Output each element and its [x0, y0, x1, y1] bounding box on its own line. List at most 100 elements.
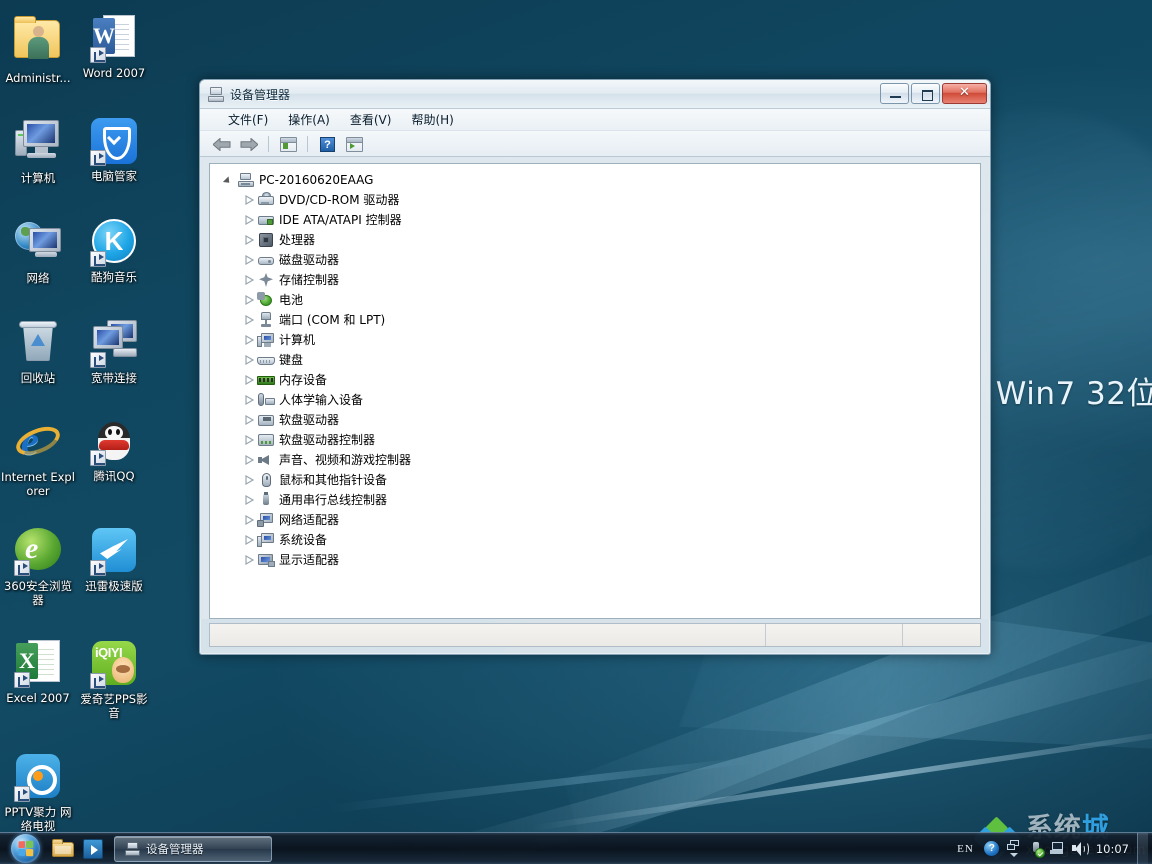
ide-controller-icon [257, 212, 275, 228]
menu-action[interactable]: 操作(A) [278, 109, 340, 130]
expander-closed-icon[interactable] [241, 270, 257, 290]
tree-node-ide-controllers[interactable]: IDE ATA/ATAPI 控制器 [241, 210, 980, 230]
tree-node-processors[interactable]: 处理器 [241, 230, 980, 250]
tree-node-display-adapters[interactable]: 显示适配器 [241, 550, 980, 570]
desktop-icon-recycle-bin[interactable]: 回收站 [0, 309, 76, 387]
tree-node-label: 键盘 [279, 353, 304, 367]
expander-closed-icon[interactable] [241, 350, 257, 370]
desktop-icon-kugou-music[interactable]: K 酷狗音乐 [76, 209, 152, 287]
properties-button[interactable] [276, 133, 300, 155]
expander-closed-icon[interactable] [241, 230, 257, 250]
tree-node-label: 软盘驱动器控制器 [279, 433, 376, 447]
mouse-icon [257, 472, 275, 488]
tree-node-system-devices[interactable]: 系统设备 [241, 530, 980, 550]
quick-launch-media-player[interactable] [78, 835, 108, 863]
window-titlebar[interactable]: 设备管理器 [200, 80, 990, 109]
start-button[interactable] [2, 834, 48, 864]
folder-icon [52, 838, 74, 858]
tree-node-label: 电池 [279, 293, 304, 307]
desktop-icon-row: X Excel 2007 iQIYI 爱奇艺PPS影音 [0, 631, 160, 722]
expander-closed-icon[interactable] [241, 430, 257, 450]
expander-closed-icon[interactable] [241, 410, 257, 430]
expander-closed-icon[interactable] [241, 390, 257, 410]
expander-closed-icon[interactable] [241, 510, 257, 530]
menu-view[interactable]: 查看(V) [340, 109, 402, 130]
safely-remove-hardware-button[interactable] [1025, 833, 1047, 864]
broadband-connection-icon [90, 320, 138, 368]
tree-node-label: 计算机 [279, 333, 316, 347]
maximize-button[interactable] [911, 83, 940, 104]
desktop-icon-thunder[interactable]: 迅雷极速版 [76, 518, 152, 609]
desktop-icon-pptv[interactable]: PPTV聚力 网络电视 [0, 744, 76, 835]
show-desktop-button[interactable] [1137, 832, 1148, 864]
expander-closed-icon[interactable] [241, 370, 257, 390]
desktop-icon-computer[interactable]: 计算机 [0, 109, 76, 187]
tree-node-storage-controllers[interactable]: 存储控制器 [241, 270, 980, 290]
menu-file[interactable]: 文件(F) [218, 109, 278, 130]
tree-node-hid[interactable]: 人体学输入设备 [241, 390, 980, 410]
show-hidden-icons-button[interactable] [1003, 833, 1025, 864]
tree-node-network-adapters[interactable]: 网络适配器 [241, 510, 980, 530]
tree-node-disk-drives[interactable]: 磁盘驱动器 [241, 250, 980, 270]
device-tree: PC-20160620EAAG DVD/CD-ROM 驱动器 IDE ATA/A… [210, 170, 980, 570]
desktop-icon-iqiyi-pps[interactable]: iQIYI 爱奇艺PPS影音 [76, 631, 152, 722]
volume-icon [1071, 841, 1089, 856]
expander-closed-icon[interactable] [241, 290, 257, 310]
language-indicator[interactable]: EN [950, 843, 981, 855]
user-folder-icon [14, 16, 62, 68]
tree-node-dvd-cdrom[interactable]: DVD/CD-ROM 驱动器 [241, 190, 980, 210]
tree-node-sound-video-game[interactable]: 声音、视频和游戏控制器 [241, 450, 980, 470]
tree-node-memory-devices[interactable]: 内存设备 [241, 370, 980, 390]
tree-node-mice[interactable]: 鼠标和其他指针设备 [241, 470, 980, 490]
tree-node-root[interactable]: PC-20160620EAAG [221, 170, 980, 190]
desktop-icon-pc-manager[interactable]: 电脑管家 [76, 109, 152, 187]
expander-closed-icon[interactable] [241, 530, 257, 550]
expander-open-icon[interactable] [221, 170, 237, 190]
tree-node-usb-controllers[interactable]: 通用串行总线控制器 [241, 490, 980, 510]
desktop-icon-word-2007[interactable]: W Word 2007 [76, 6, 152, 87]
tree-node-label: 系统设备 [279, 533, 328, 547]
tree-node-computer[interactable]: 计算机 [241, 330, 980, 350]
tree-node-floppy-controllers[interactable]: 软盘驱动器控制器 [241, 430, 980, 450]
desktop-icon-excel-2007[interactable]: X Excel 2007 [0, 631, 76, 722]
expander-closed-icon[interactable] [241, 250, 257, 270]
toolbar: ? [200, 131, 990, 157]
expander-closed-icon[interactable] [241, 470, 257, 490]
network-status-button[interactable] [1047, 833, 1069, 864]
close-button[interactable] [942, 83, 987, 104]
expander-closed-icon[interactable] [241, 210, 257, 230]
expander-closed-icon[interactable] [241, 550, 257, 570]
tree-node-label: 显示适配器 [279, 553, 340, 567]
tree-node-batteries[interactable]: 电池 [241, 290, 980, 310]
back-button[interactable] [210, 133, 234, 155]
forward-button[interactable] [237, 133, 261, 155]
desktop-icon-tencent-qq[interactable]: 腾讯QQ [76, 409, 152, 500]
tree-node-ports[interactable]: 端口 (COM 和 LPT) [241, 310, 980, 330]
tree-node-keyboards[interactable]: 键盘 [241, 350, 980, 370]
expander-closed-icon[interactable] [241, 330, 257, 350]
help-button[interactable]: ? [315, 133, 339, 155]
desktop-icon-broadband[interactable]: 宽带连接 [76, 309, 152, 387]
volume-button[interactable] [1069, 833, 1091, 864]
expander-closed-icon[interactable] [241, 490, 257, 510]
menu-help[interactable]: 帮助(H) [401, 109, 463, 130]
taskbar-item-device-manager[interactable]: 设备管理器 [114, 835, 272, 862]
expander-closed-icon[interactable] [241, 190, 257, 210]
desktop-icon-administrator[interactable]: Administr... [0, 6, 76, 87]
expander-closed-icon[interactable] [241, 310, 257, 330]
scan-hardware-button[interactable] [342, 133, 366, 155]
clock[interactable]: 10:07 [1091, 833, 1137, 864]
desktop-icon-row: 计算机 电脑管家 [0, 109, 160, 187]
tray-help-button[interactable]: ? [981, 833, 1003, 864]
desktop: Win7 32位 Administr... W Word 2007 计算机 电脑… [0, 0, 1152, 864]
expander-closed-icon[interactable] [241, 450, 257, 470]
quick-launch-explorer[interactable] [48, 835, 78, 863]
desktop-icon-network[interactable]: 网络 [0, 209, 76, 287]
desktop-icon-360-browser[interactable]: e 360安全浏览器 [0, 518, 76, 609]
menubar: 文件(F) 操作(A) 查看(V) 帮助(H) [200, 109, 990, 131]
tree-node-floppy-drives[interactable]: 软盘驱动器 [241, 410, 980, 430]
desktop-icon-internet-explorer[interactable]: e Internet Explorer [0, 409, 76, 500]
device-tree-panel[interactable]: PC-20160620EAAG DVD/CD-ROM 驱动器 IDE ATA/A… [209, 163, 981, 619]
minimize-button[interactable] [880, 83, 909, 104]
desktop-icon-grid: Administr... W Word 2007 计算机 电脑管家 网络 K 酷… [0, 0, 160, 835]
